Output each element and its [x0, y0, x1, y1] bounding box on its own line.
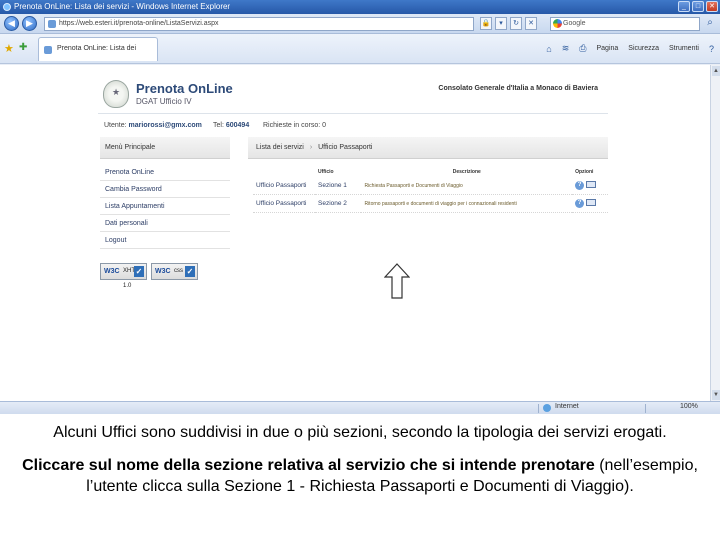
- minimize-button[interactable]: _: [678, 1, 690, 12]
- table-row: Ufficio Passaporti Sezione 2 Ritorno pas…: [253, 194, 608, 214]
- stop-icon[interactable]: ✕: [525, 17, 537, 30]
- menu-item-logout[interactable]: Logout: [100, 232, 230, 249]
- status-bar: Internet 100%: [0, 401, 720, 414]
- tel-label: Tel:: [213, 122, 224, 129]
- security-zone: Internet: [555, 403, 579, 410]
- scroll-down-icon[interactable]: ▼: [712, 390, 720, 400]
- search-icon[interactable]: ⌕: [703, 17, 717, 31]
- check-icon: ✓: [185, 266, 195, 277]
- maximize-button[interactable]: □: [692, 1, 704, 12]
- col-header-ufficio: Ufficio: [318, 169, 334, 175]
- search-engine-label: Google: [563, 20, 586, 27]
- pointer-arrow-icon: [384, 263, 410, 299]
- description-cell: Richiesta Passaporti e Documenti di Viag…: [361, 177, 573, 196]
- mail-icon[interactable]: [586, 199, 597, 207]
- breadcrumb-lista[interactable]: Lista dei servizi: [256, 144, 304, 151]
- table-header-row: Ufficio Descrizione Opzioni: [253, 167, 608, 177]
- col-header-opzioni: Opzioni: [575, 169, 594, 175]
- info-icon[interactable]: ?: [575, 199, 585, 209]
- info-icon[interactable]: ?: [575, 181, 585, 191]
- options-cell: ?: [572, 177, 608, 196]
- forward-button[interactable]: ▶: [22, 16, 37, 31]
- command-bar: ⌂ ≋ ⎙ Pagina Sicurezza Strumenti ?: [546, 43, 714, 54]
- print-icon[interactable]: ⎙: [579, 43, 586, 54]
- caption-line-2: Cliccare sul nome della sezione relativa…: [20, 456, 700, 497]
- user-info: Utente: mariorossi@gmx.com: [104, 122, 202, 129]
- tel-value: 600494: [225, 122, 250, 129]
- page-icon: [44, 46, 52, 54]
- help-icon[interactable]: ?: [709, 44, 714, 54]
- office-cell: Ufficio Passaporti: [253, 194, 315, 214]
- breadcrumb-current: Ufficio Passaporti: [318, 144, 373, 151]
- mail-icon[interactable]: [586, 181, 597, 188]
- address-row: ◀ ▶ https://web.esteri.it/prenota-online…: [0, 14, 720, 34]
- zoom-level[interactable]: 100%: [680, 403, 698, 410]
- menu-title: Menù Principale: [100, 137, 230, 159]
- refresh-icon[interactable]: ↻: [510, 17, 522, 30]
- brand-title: Prenota OnLine: [136, 81, 233, 96]
- security-menu[interactable]: Sicurezza: [628, 45, 659, 52]
- caption-area: Alcuni Uffici sono suddivisi in due o pi…: [0, 414, 720, 540]
- breadcrumb: Lista dei servizi › Ufficio Passaporti: [248, 137, 608, 159]
- back-button[interactable]: ◀: [4, 16, 19, 31]
- page-menu[interactable]: Pagina: [596, 45, 618, 52]
- vertical-scrollbar[interactable]: ▲ ▼: [710, 65, 720, 401]
- menu-item-password[interactable]: Cambia Password: [100, 181, 230, 198]
- browser-tab[interactable]: Prenota OnLine: Lista dei servizi: [38, 37, 158, 74]
- menu-item-appuntamenti[interactable]: Lista Appuntamenti: [100, 198, 230, 215]
- check-icon: ✓: [134, 266, 144, 277]
- menu-item-prenota[interactable]: Prenota OnLine: [100, 164, 230, 181]
- table-row: Ufficio Passaporti Sezione 1 Richiesta P…: [253, 177, 608, 196]
- window-controls: _ □ ✕: [678, 1, 718, 12]
- user-email: mariorossi@gmx.com: [128, 122, 202, 129]
- scroll-up-icon[interactable]: ▲: [712, 66, 720, 76]
- breadcrumb-separator-icon: ›: [309, 144, 313, 151]
- section-link[interactable]: Sezione 2: [315, 194, 362, 214]
- tools-menu[interactable]: Strumenti: [669, 45, 699, 52]
- page-icon: [48, 20, 56, 28]
- menu-item-dati[interactable]: Dati personali: [100, 215, 230, 232]
- services-table: Ufficio Descrizione Opzioni Ufficio Pass…: [253, 167, 608, 214]
- user-label: Utente:: [104, 122, 127, 129]
- consulate-name: Consolato Generale d'Italia a Monaco di …: [438, 85, 598, 92]
- dropdown-icon[interactable]: ▾: [495, 17, 507, 30]
- lock-icon[interactable]: 🔒: [480, 17, 492, 30]
- description-cell: Ritorno passaporti e documenti di viaggi…: [361, 194, 573, 214]
- tab-row: ★ ✚ Prenota OnLine: Lista dei servizi ⌂ …: [0, 34, 720, 74]
- google-icon: [553, 19, 562, 28]
- ie-icon: [3, 3, 11, 11]
- feeds-icon[interactable]: ≋: [562, 43, 570, 54]
- add-favorites-icon[interactable]: ✚: [19, 42, 27, 53]
- xhtml-badge[interactable]: W3C XHTML 1.0 ✓: [100, 263, 147, 289]
- header-divider: [98, 113, 608, 114]
- window-titlebar: Prenota OnLine: Lista dei servizi - Wind…: [0, 0, 720, 14]
- requests-info: Richieste in corso: 0: [263, 122, 327, 129]
- col-header-descrizione: Descrizione: [452, 169, 481, 175]
- caption-line-1: Alcuni Uffici sono suddivisi in due o pi…: [53, 424, 667, 441]
- page-viewport: Prenota OnLine DGAT Ufficio IV Consolato…: [0, 65, 710, 401]
- css-badge[interactable]: W3C css ✓: [151, 263, 198, 280]
- globe-icon: [543, 404, 551, 412]
- home-icon[interactable]: ⌂: [546, 44, 551, 54]
- side-menu: Menù Principale Prenota OnLine Cambia Pa…: [100, 137, 230, 249]
- tel-info: Tel: 600494: [213, 122, 249, 129]
- options-cell: ?: [572, 194, 608, 214]
- validation-badges: W3C XHTML 1.0 ✓ W3C css ✓: [100, 263, 198, 289]
- favorites-star-icon[interactable]: ★: [4, 42, 14, 55]
- caption-instruction: Cliccare sul nome della sezione relativa…: [22, 457, 595, 474]
- republic-emblem-icon: [103, 80, 129, 108]
- address-tools: 🔒 ▾ ↻ ✕: [480, 17, 537, 30]
- close-button[interactable]: ✕: [706, 1, 718, 12]
- address-bar[interactable]: https://web.esteri.it/prenota-online/Lis…: [44, 17, 474, 31]
- window-title: Prenota OnLine: Lista dei servizi - Wind…: [14, 2, 231, 11]
- office-cell: Ufficio Passaporti: [253, 177, 315, 196]
- address-text: https://web.esteri.it/prenota-online/Lis…: [59, 20, 219, 27]
- search-input[interactable]: Google: [550, 17, 700, 31]
- browser-window: Prenota OnLine: Lista dei servizi - Wind…: [0, 0, 720, 414]
- brand-subtitle: DGAT Ufficio IV: [136, 97, 192, 106]
- section-link[interactable]: Sezione 1: [315, 177, 362, 196]
